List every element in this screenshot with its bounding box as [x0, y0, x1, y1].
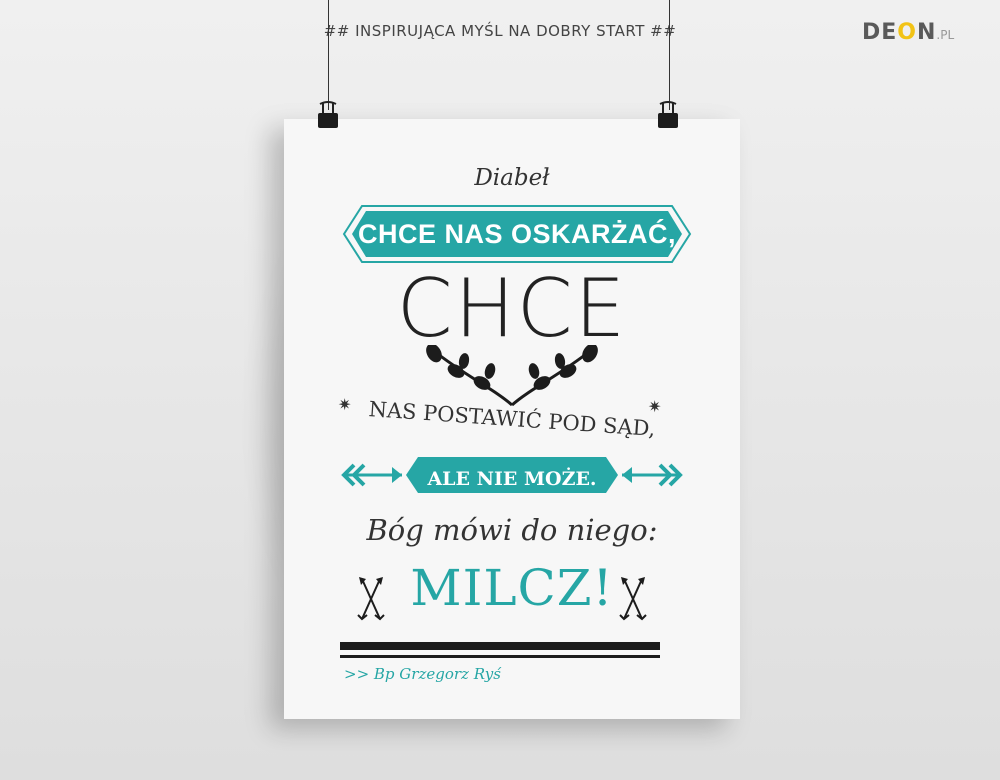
poster-emphasis: MILCZ! [410, 559, 614, 617]
binder-clip-icon [318, 101, 338, 128]
hanging-wire-right [669, 0, 670, 110]
logo-suffix: .PL [936, 28, 955, 42]
logo-n: N [917, 20, 937, 45]
logo-de: DE [862, 20, 898, 45]
poster: Diabeł CHCE NAS OSKARŻAĆ, CHCE ✷ ✷ NAS P… [284, 119, 740, 719]
laurel-branch-icon [426, 345, 598, 407]
poster-author: >> Bp Grzegorz Ryś [344, 665, 501, 683]
divider-thin [340, 655, 660, 658]
deon-logo[interactable]: DEON.PL [862, 20, 954, 48]
poster-big-word: CHCE [396, 262, 628, 355]
logo-o: O [897, 20, 917, 45]
asterisk-star-icon: ✷ [648, 399, 662, 416]
header-text: ## INSPIRUJĄCA MYŚL NA DOBRY START ## [323, 22, 677, 40]
crossed-arrows-icon [619, 577, 647, 621]
poster-banner-text: CHCE NAS OSKARŻAĆ, [357, 219, 676, 249]
binder-clip-icon [658, 101, 678, 128]
poster-line-bog: Bóg mówi do niego: [366, 513, 658, 547]
poster-arrow-banner-text: ALE NIE MOŻE. [427, 468, 597, 490]
poster-line-diabel: Diabeł [474, 165, 550, 191]
hanging-wire-left [328, 0, 329, 110]
divider-thick [340, 642, 660, 650]
